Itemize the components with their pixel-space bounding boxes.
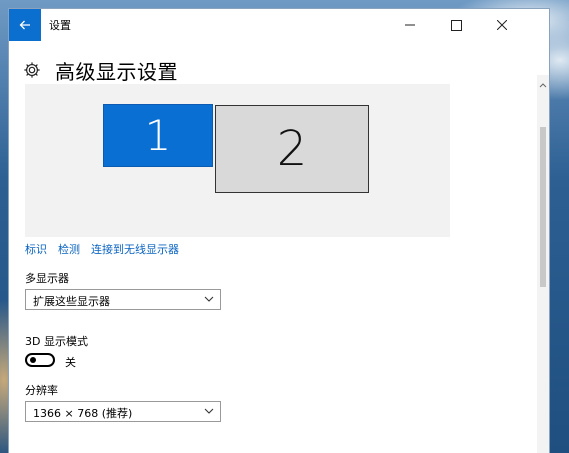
- resolution-select[interactable]: 1366 × 768 (推荐): [25, 401, 221, 422]
- gear-icon: [24, 62, 40, 78]
- window-title: 设置: [49, 19, 71, 32]
- multi-display-select[interactable]: 扩展这些显示器: [25, 289, 221, 310]
- display-arrangement: 1 2: [25, 84, 450, 237]
- 3d-mode-state: 关: [65, 356, 76, 369]
- 3d-mode-label: 3D 显示模式: [25, 335, 88, 348]
- page-title: 高级显示设置: [55, 59, 178, 84]
- close-button[interactable]: [479, 9, 525, 41]
- monitor-1-label: 1: [144, 111, 172, 160]
- resolution-value: 1366 × 768 (推荐): [33, 407, 133, 420]
- maximize-button[interactable]: [433, 9, 479, 41]
- 3d-mode-toggle[interactable]: [25, 353, 55, 367]
- minimize-button[interactable]: [387, 9, 433, 41]
- multi-display-value: 扩展这些显示器: [33, 295, 110, 308]
- toggle-knob: [30, 357, 36, 363]
- chevron-down-icon: [204, 408, 214, 414]
- detect-link[interactable]: 检测: [58, 241, 80, 257]
- display-links: 标识 检测 连接到无线显示器: [25, 241, 179, 257]
- scroll-thumb[interactable]: [540, 127, 546, 287]
- title-bar: 设置: [9, 9, 549, 41]
- identify-link[interactable]: 标识: [25, 241, 47, 257]
- maximize-icon: [450, 19, 462, 31]
- chevron-down-icon: [204, 296, 214, 302]
- minimize-icon: [405, 24, 415, 26]
- connect-wireless-link[interactable]: 连接到无线显示器: [91, 241, 179, 257]
- scroll-up-icon[interactable]: [539, 81, 547, 89]
- back-button[interactable]: [9, 9, 41, 41]
- multi-display-label: 多显示器: [25, 272, 69, 285]
- vertical-scrollbar[interactable]: [537, 75, 549, 453]
- page-header: 高级显示设置: [23, 55, 178, 85]
- close-icon: [497, 20, 507, 30]
- monitor-2[interactable]: 2: [215, 105, 369, 193]
- settings-window: 设置 高级显示设置 1 2 标识 检测 连接到无线显示器 多显示器 扩展这些显示…: [9, 9, 549, 453]
- back-arrow-icon: [19, 20, 30, 30]
- monitor-1[interactable]: 1: [103, 104, 213, 167]
- monitor-2-label: 2: [276, 121, 308, 177]
- resolution-label: 分辨率: [25, 384, 58, 397]
